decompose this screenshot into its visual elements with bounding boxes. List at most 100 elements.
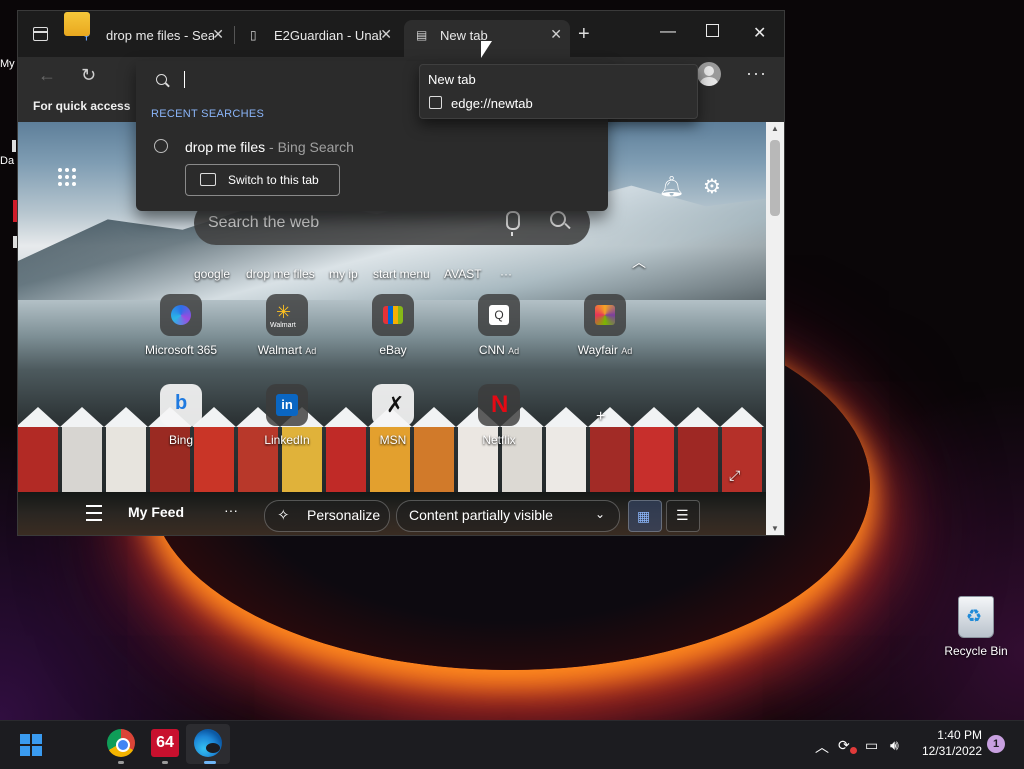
tile-walmart[interactable]: ✳ Walmart Walmart Ad bbox=[242, 294, 332, 357]
tile-label: MSN bbox=[379, 433, 407, 447]
content-visibility-dropdown[interactable]: Content partially visible ⌄ bbox=[396, 500, 620, 532]
bell-icon[interactable]: 🔔︎ bbox=[659, 174, 684, 199]
more-options-button[interactable]: ··· bbox=[746, 63, 767, 84]
walmart-icon: ✳ Walmart bbox=[266, 294, 308, 336]
close-icon[interactable]: ✕ bbox=[550, 26, 562, 43]
tile-linkedin[interactable]: in LinkedIn bbox=[242, 384, 332, 447]
personalize-button[interactable]: ✧ Personalize bbox=[264, 500, 390, 532]
search-placeholder: Search the web bbox=[208, 214, 320, 231]
app-64-icon[interactable]: 64 bbox=[151, 729, 179, 757]
edge-icon[interactable] bbox=[194, 729, 222, 757]
file-explorer-icon[interactable] bbox=[64, 12, 90, 36]
page-scrollbar[interactable]: ▲ ▼ bbox=[766, 122, 784, 535]
search-icon[interactable] bbox=[550, 211, 566, 227]
quick-link[interactable]: start menu bbox=[373, 267, 430, 281]
tooltip-url: edge://newtab bbox=[451, 96, 533, 111]
tab-title: New tab bbox=[440, 28, 488, 43]
mouse-cursor-icon bbox=[481, 41, 492, 58]
tile-bing[interactable]: b Bing bbox=[136, 384, 226, 447]
new-tab-button[interactable]: + bbox=[578, 24, 590, 44]
profile-avatar[interactable] bbox=[697, 62, 721, 86]
close-window-button[interactable]: ✕ bbox=[753, 23, 766, 43]
tab-actions-icon[interactable] bbox=[28, 23, 52, 45]
tile-ebay[interactable]: eBay bbox=[348, 294, 438, 357]
grid-view-icon: ▦ bbox=[637, 508, 651, 524]
refresh-button[interactable]: ↻ bbox=[81, 65, 96, 86]
more-links-icon[interactable]: ··· bbox=[500, 267, 512, 281]
tile-label: Wayfair bbox=[577, 343, 618, 357]
list-view-button[interactable]: ☰ bbox=[666, 500, 700, 532]
tile-msn[interactable]: ✗ MSN bbox=[348, 384, 438, 447]
maximize-button[interactable] bbox=[706, 24, 719, 37]
fullscreen-expand-icon[interactable]: ⤢ bbox=[729, 467, 740, 484]
quick-link[interactable]: drop me files bbox=[246, 267, 315, 281]
quick-link[interactable]: google bbox=[194, 267, 230, 281]
recent-search-suggestion[interactable]: drop me files - Bing Search bbox=[185, 139, 354, 155]
quick-link[interactable]: AVAST bbox=[444, 267, 482, 281]
page-icon: ▯ bbox=[250, 28, 257, 42]
tile-label: eBay bbox=[379, 343, 407, 357]
add-tile-icon[interactable]: + bbox=[596, 408, 605, 426]
scroll-down-arrow-icon[interactable]: ▼ bbox=[771, 524, 779, 533]
personalize-label: Personalize bbox=[307, 507, 381, 523]
grid-view-button[interactable]: ▦ bbox=[628, 500, 662, 532]
show-hidden-icons-chevron-icon[interactable]: ︿ bbox=[815, 737, 829, 757]
microsoft-365-icon bbox=[160, 294, 202, 336]
netflix-icon: N bbox=[478, 384, 520, 426]
chrome-icon[interactable] bbox=[107, 729, 135, 757]
network-icon[interactable]: ▭ bbox=[865, 737, 878, 754]
tile-label: Netflix bbox=[482, 433, 516, 447]
quick-link[interactable]: my ip bbox=[329, 267, 358, 281]
collapse-chevron-icon[interactable]: ︿ bbox=[632, 252, 646, 272]
wayfair-icon bbox=[584, 294, 626, 336]
running-indicator bbox=[162, 761, 168, 764]
search-icon bbox=[156, 74, 167, 85]
apps-launcher-icon[interactable] bbox=[58, 168, 80, 190]
gear-icon[interactable]: ⚙ bbox=[703, 174, 721, 199]
ad-badge: Ad bbox=[508, 346, 520, 356]
list-view-icon: ☰ bbox=[676, 507, 689, 523]
desktop-icon-label-partial[interactable]: Da bbox=[0, 155, 14, 167]
tile-microsoft-365[interactable]: Microsoft 365 bbox=[136, 294, 226, 357]
scrollbar-thumb[interactable] bbox=[770, 140, 780, 216]
start-button[interactable] bbox=[20, 734, 44, 758]
tile-cnn[interactable]: Q CNN Ad bbox=[454, 294, 544, 357]
recent-query: drop me files bbox=[185, 139, 266, 155]
sync-icon[interactable]: ⟳ bbox=[838, 737, 850, 754]
desktop-icon-partial[interactable] bbox=[12, 140, 16, 152]
tab-e2guardian[interactable]: ▯ E2Guardian - Unabl ✕ bbox=[238, 20, 400, 50]
switch-to-tab-label: Switch to this tab bbox=[228, 173, 319, 187]
browser-window: ⚲ drop me files - Sear ✕ ▯ E2Guardian - … bbox=[17, 10, 785, 536]
notification-badge[interactable]: 1 bbox=[987, 735, 1005, 753]
newtab-icon bbox=[429, 96, 442, 109]
ebay-icon bbox=[372, 294, 414, 336]
recycle-bin[interactable]: Recycle Bin bbox=[940, 596, 1012, 658]
tile-netflix[interactable]: N Netflix bbox=[454, 384, 544, 447]
tile-label: Bing bbox=[168, 433, 194, 447]
microphone-icon[interactable] bbox=[506, 211, 520, 236]
minimize-button[interactable]: — bbox=[660, 23, 676, 41]
feed-more-icon[interactable]: ··· bbox=[224, 502, 238, 518]
scroll-up-arrow-icon[interactable]: ▲ bbox=[771, 124, 779, 133]
content-visibility-label: Content partially visible bbox=[409, 507, 553, 523]
close-icon[interactable]: ✕ bbox=[380, 26, 392, 43]
system-clock[interactable]: 1:40 PM 12/31/2022 bbox=[920, 727, 982, 759]
history-icon bbox=[154, 139, 168, 153]
switch-to-tab-button[interactable]: Switch to this tab bbox=[185, 164, 340, 196]
running-indicator bbox=[118, 761, 124, 764]
tile-wayfair[interactable]: Wayfair Ad bbox=[560, 294, 650, 357]
volume-icon[interactable]: 🔊︎ bbox=[890, 737, 899, 754]
menu-icon[interactable] bbox=[86, 505, 102, 521]
tab-title: drop me files - Sear bbox=[106, 28, 214, 43]
back-button[interactable]: ← bbox=[38, 65, 56, 86]
desktop-icon-label-partial[interactable]: My bbox=[0, 58, 15, 70]
tab-strip: ⚲ drop me files - Sear ✕ ▯ E2Guardian - … bbox=[18, 11, 784, 57]
my-feed-tab[interactable]: My Feed bbox=[128, 504, 184, 520]
house bbox=[632, 407, 676, 497]
tile-label: Walmart bbox=[257, 343, 302, 357]
tab-drop-me-files[interactable]: ⚲ drop me files - Sear ✕ bbox=[70, 20, 232, 50]
close-icon[interactable]: ✕ bbox=[212, 26, 224, 43]
favorites-bar-text: For quick access bbox=[33, 99, 131, 113]
tile-label: CNN bbox=[478, 343, 505, 357]
text-caret bbox=[184, 71, 185, 88]
